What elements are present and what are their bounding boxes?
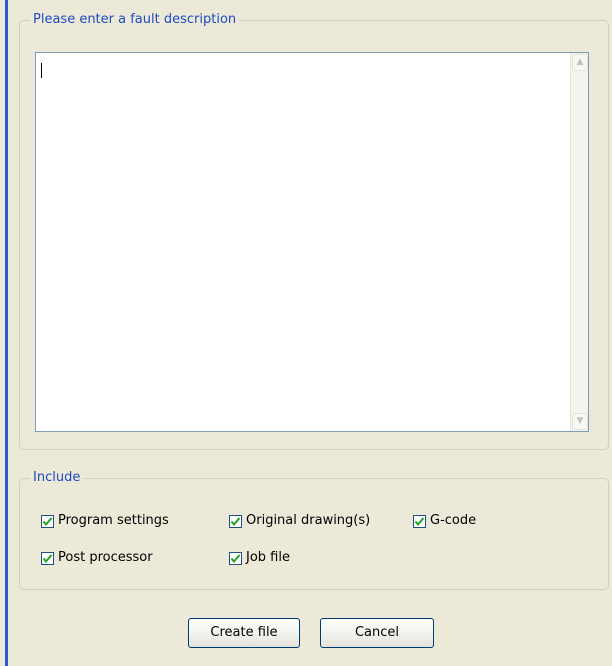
checkbox-g-code[interactable]: G-code — [413, 512, 476, 530]
fault-description-legend: Please enter a fault description — [30, 11, 240, 29]
checkbox-post-processor[interactable]: Post processor — [41, 549, 153, 567]
cancel-button[interactable]: Cancel — [320, 618, 434, 648]
vertical-scrollbar[interactable]: ▲ ▼ — [570, 53, 588, 431]
checkbox-label: G-code — [430, 513, 477, 528]
scroll-down-arrow-icon[interactable]: ▼ — [572, 413, 588, 430]
include-group: Include — [19, 469, 609, 590]
checkbox-label: Original drawing(s) — [246, 513, 371, 528]
checkbox-checked-icon[interactable] — [41, 551, 54, 565]
checkbox-label: Job file — [246, 550, 290, 565]
fault-report-dialog: Please enter a fault description ▲ ▼ Inc… — [0, 0, 612, 666]
checkbox-label: Post processor — [58, 550, 153, 565]
create-file-button[interactable]: Create file — [188, 618, 300, 648]
checkbox-checked-icon[interactable] — [413, 514, 426, 528]
checkbox-checked-icon[interactable] — [229, 551, 242, 565]
checkbox-job-file[interactable]: Job file — [229, 549, 290, 567]
text-caret — [41, 63, 42, 78]
checkbox-original-drawings[interactable]: Original drawing(s) — [229, 512, 370, 530]
checkbox-checked-icon[interactable] — [229, 514, 242, 528]
checkbox-checked-icon[interactable] — [41, 514, 54, 528]
checkbox-program-settings[interactable]: Program settings — [41, 512, 169, 530]
checkbox-label: Program settings — [58, 513, 169, 528]
include-legend: Include — [30, 469, 84, 487]
fault-description-textarea[interactable]: ▲ ▼ — [35, 52, 589, 432]
scroll-up-arrow-icon[interactable]: ▲ — [572, 54, 588, 71]
window-left-edge — [5, 0, 8, 666]
